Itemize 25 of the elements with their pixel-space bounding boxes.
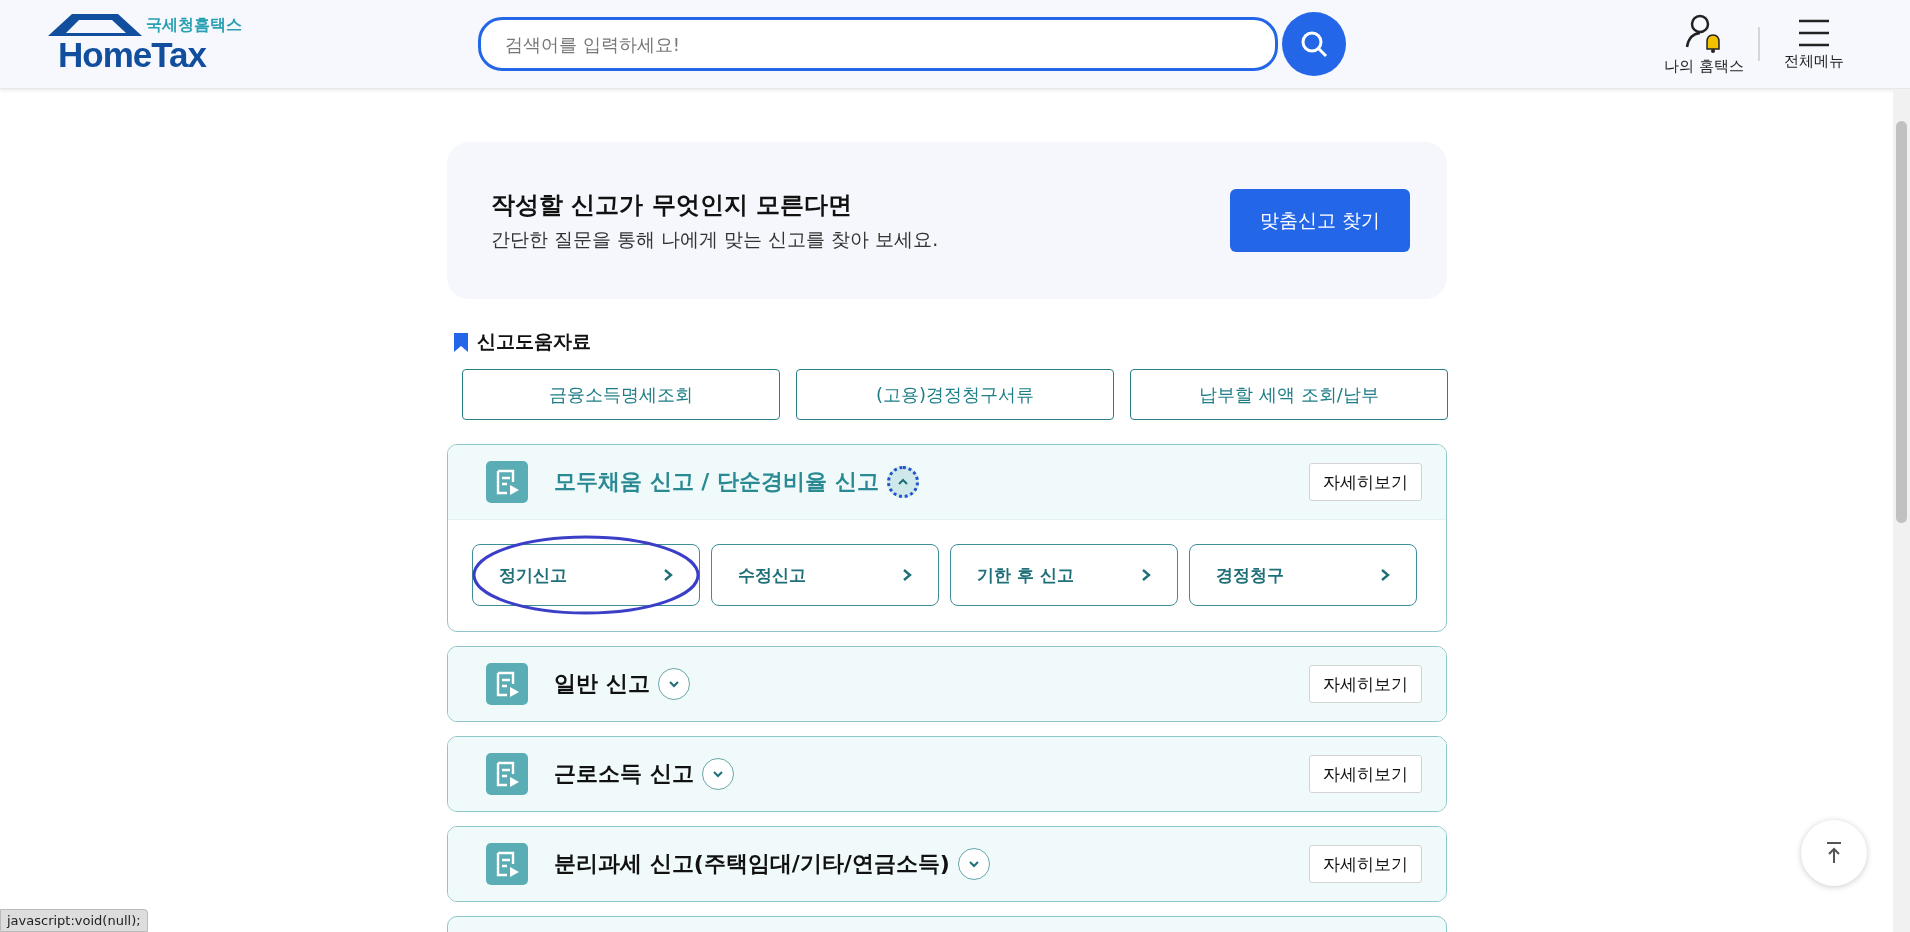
- logo-text: HomeTax: [58, 36, 206, 74]
- filing-link[interactable]: 경정청구: [1189, 544, 1417, 606]
- help-link-button[interactable]: (고용)경정청구서류: [796, 369, 1114, 420]
- detail-button[interactable]: 자세히보기: [1309, 665, 1422, 703]
- detail-button[interactable]: 자세히보기: [1309, 845, 1422, 883]
- section-title: 일반 신고: [554, 670, 650, 698]
- banner-title: 작성할 신고가 무엇인지 모른다면: [491, 189, 854, 221]
- section-title: 분리과세 신고(주택임대/기타/연금소득): [554, 850, 950, 878]
- logo-subtitle: 국세청홈택스: [146, 15, 242, 36]
- help-link-button[interactable]: 금융소득명세조회: [462, 369, 780, 420]
- all-menu-button[interactable]: 전체메뉴: [1764, 17, 1864, 71]
- my-hometax-button[interactable]: 나의 홈택스: [1654, 12, 1754, 76]
- status-bar: javascript:void(null);: [0, 909, 148, 932]
- section-heading: 신고도움자료: [477, 329, 591, 354]
- section-title: 근로소득 신고: [554, 760, 694, 788]
- filing-link[interactable]: 수정신고: [711, 544, 939, 606]
- help-link-button[interactable]: 납부할 세액 조회/납부: [1130, 369, 1448, 420]
- section-title: 모두채움 신고 / 단순경비율 신고: [554, 468, 879, 496]
- filing-link[interactable]: 정기신고: [472, 544, 700, 606]
- banner-subtitle: 간단한 질문을 통해 나에게 맞는 신고를 찾아 보세요.: [491, 226, 939, 252]
- detail-button[interactable]: 자세히보기: [1309, 463, 1422, 501]
- filing-link[interactable]: 기한 후 신고: [950, 544, 1178, 606]
- search-field[interactable]: 검색어를 입력하세요!: [478, 17, 1278, 71]
- find-filing-button[interactable]: 맞춤신고 찾기: [1230, 189, 1410, 252]
- detail-button[interactable]: 자세히보기: [1309, 755, 1422, 793]
